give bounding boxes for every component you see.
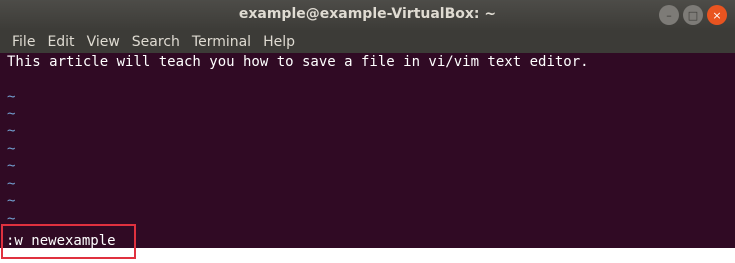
menu-bar: File Edit View Search Terminal Help: [0, 31, 735, 53]
close-button[interactable]: ×: [707, 5, 727, 25]
menu-file[interactable]: File: [6, 34, 41, 50]
empty-line-tilde: ~: [7, 141, 16, 157]
title-bar[interactable]: example@example-VirtualBox: ~ – □ ×: [0, 0, 735, 31]
menu-help[interactable]: Help: [257, 34, 301, 50]
window-title: example@example-VirtualBox: ~: [238, 6, 497, 22]
menu-edit[interactable]: Edit: [41, 34, 80, 50]
empty-line-tilde: ~: [7, 123, 16, 139]
editor-text-line: This article will teach you how to save …: [7, 54, 589, 70]
empty-line-tilde: ~: [7, 176, 16, 192]
empty-line-tilde: ~: [7, 106, 16, 122]
maximize-button[interactable]: □: [683, 5, 703, 25]
menu-view[interactable]: View: [81, 34, 126, 50]
empty-line-tilde: ~: [7, 158, 16, 174]
menu-terminal[interactable]: Terminal: [186, 34, 257, 50]
empty-line-tilde: ~: [7, 89, 16, 105]
terminal-window: example@example-VirtualBox: ~ – □ × File…: [0, 0, 735, 248]
menu-search[interactable]: Search: [126, 34, 186, 50]
terminal-content[interactable]: This article will teach you how to save …: [0, 53, 735, 248]
command-highlight-box: [1, 224, 136, 259]
empty-line-tilde: ~: [7, 193, 16, 209]
window-controls: – □ ×: [659, 5, 727, 25]
minimize-button[interactable]: –: [659, 5, 679, 25]
